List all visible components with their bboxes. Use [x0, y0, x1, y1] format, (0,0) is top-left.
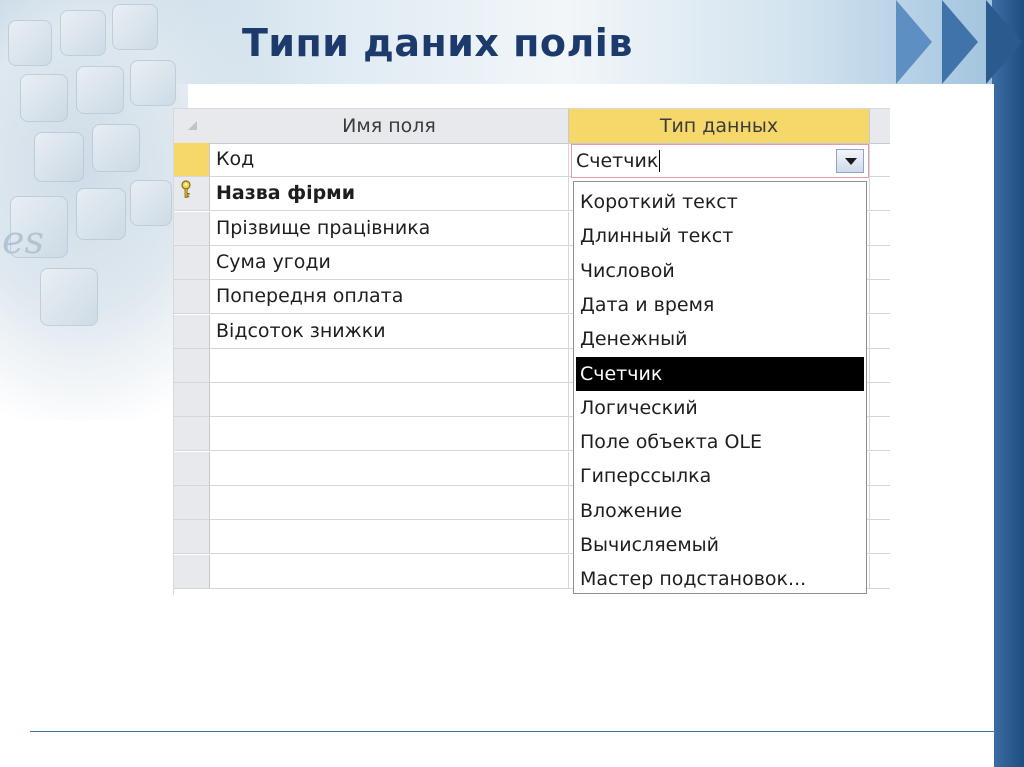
text-cursor [659, 149, 661, 172]
dropdown-option[interactable]: Вычисляемый [576, 528, 864, 562]
row-selector[interactable] [174, 486, 210, 520]
dropdown-option[interactable]: Вложение [576, 494, 864, 528]
dropdown-option[interactable]: Логический [576, 391, 864, 425]
select-all-corner[interactable] [174, 109, 211, 144]
field-name-cell[interactable] [210, 554, 569, 589]
description-cell[interactable] [870, 280, 890, 315]
dropdown-option[interactable]: Гиперссылка [576, 459, 864, 493]
field-name-cell[interactable] [210, 383, 569, 418]
row-selector[interactable] [174, 280, 210, 315]
chevron-decoration [896, 0, 932, 84]
description-cell[interactable] [870, 486, 890, 520]
divider-line [30, 731, 994, 732]
description-cell[interactable] [870, 212, 890, 246]
row-selector[interactable] [174, 383, 210, 418]
table-design-grid: Имя поля Тип данных Код Назва фірми Прізви… [173, 108, 890, 595]
slide-title: Типи даних полів [242, 21, 633, 65]
field-name-cell[interactable]: Прізвище працівника [210, 211, 569, 246]
description-cell[interactable] [870, 246, 890, 280]
field-name-cell[interactable]: Назва фірми [210, 177, 569, 212]
row-selector[interactable] [174, 245, 210, 280]
dropdown-option[interactable]: Мастер подстановок... [576, 562, 864, 596]
row-selector[interactable] [174, 520, 210, 555]
data-type-dropdown-list[interactable]: Короткий текст Длинный текст Числовой Дата … [573, 181, 867, 594]
row-selector[interactable] [174, 417, 210, 452]
field-name-cell[interactable]: Сума угоди [210, 245, 569, 280]
row-selector[interactable] [174, 177, 210, 212]
data-type-combobox[interactable]: Счетчик [571, 144, 869, 178]
background-text-decoration: es [2, 218, 44, 262]
field-name-cell[interactable] [210, 348, 569, 383]
dropdown-option[interactable]: Числовой [576, 254, 864, 288]
dropdown-option[interactable]: Короткий текст [576, 185, 864, 219]
column-header-data-type[interactable]: Тип данных [569, 109, 870, 144]
data-type-combobox-value[interactable]: Счетчик [576, 145, 661, 177]
description-cell[interactable] [870, 452, 890, 486]
description-cell[interactable] [870, 417, 890, 452]
description-cell[interactable] [870, 143, 890, 177]
dropdown-option[interactable]: Длинный текст [576, 219, 864, 253]
description-cell[interactable] [870, 315, 890, 349]
row-selector[interactable] [174, 143, 210, 177]
dropdown-option[interactable]: Денежный [576, 322, 864, 356]
row-selector[interactable] [174, 554, 210, 589]
column-header-description[interactable] [870, 109, 890, 144]
field-name-cell[interactable] [210, 417, 569, 452]
field-name-cell[interactable]: Код [210, 143, 569, 177]
field-name-cell[interactable]: Попередня оплата [210, 280, 569, 315]
chevron-decoration [986, 0, 1022, 84]
row-selector[interactable] [174, 314, 210, 349]
column-header-field-name[interactable]: Имя поля [210, 109, 569, 144]
row-selector[interactable] [174, 348, 210, 383]
chevron-decoration [942, 0, 978, 84]
field-name-cell[interactable] [210, 451, 569, 486]
field-name-cell[interactable] [210, 486, 569, 520]
grid-header-row: Имя поля Тип данных [174, 109, 890, 144]
description-cell[interactable] [870, 177, 890, 212]
description-cell[interactable] [870, 520, 890, 555]
dropdown-option[interactable]: Счетчик [576, 356, 864, 391]
description-cell[interactable] [870, 349, 890, 383]
row-selector[interactable] [174, 451, 210, 486]
description-cell[interactable] [870, 555, 890, 589]
description-cell[interactable] [870, 383, 890, 418]
dropdown-option[interactable]: Поле объекта OLE [576, 425, 864, 459]
dropdown-option[interactable]: Дата и время [576, 288, 864, 322]
field-name-cell[interactable]: Відсоток знижки [210, 314, 569, 349]
primary-key-icon [181, 180, 191, 199]
select-all-triangle-icon [188, 121, 197, 130]
right-accent-bar [992, 0, 1024, 767]
row-selector[interactable] [174, 211, 210, 246]
dropdown-arrow-icon [845, 158, 857, 165]
dropdown-button[interactable] [836, 149, 864, 173]
field-name-cell[interactable] [210, 520, 569, 555]
